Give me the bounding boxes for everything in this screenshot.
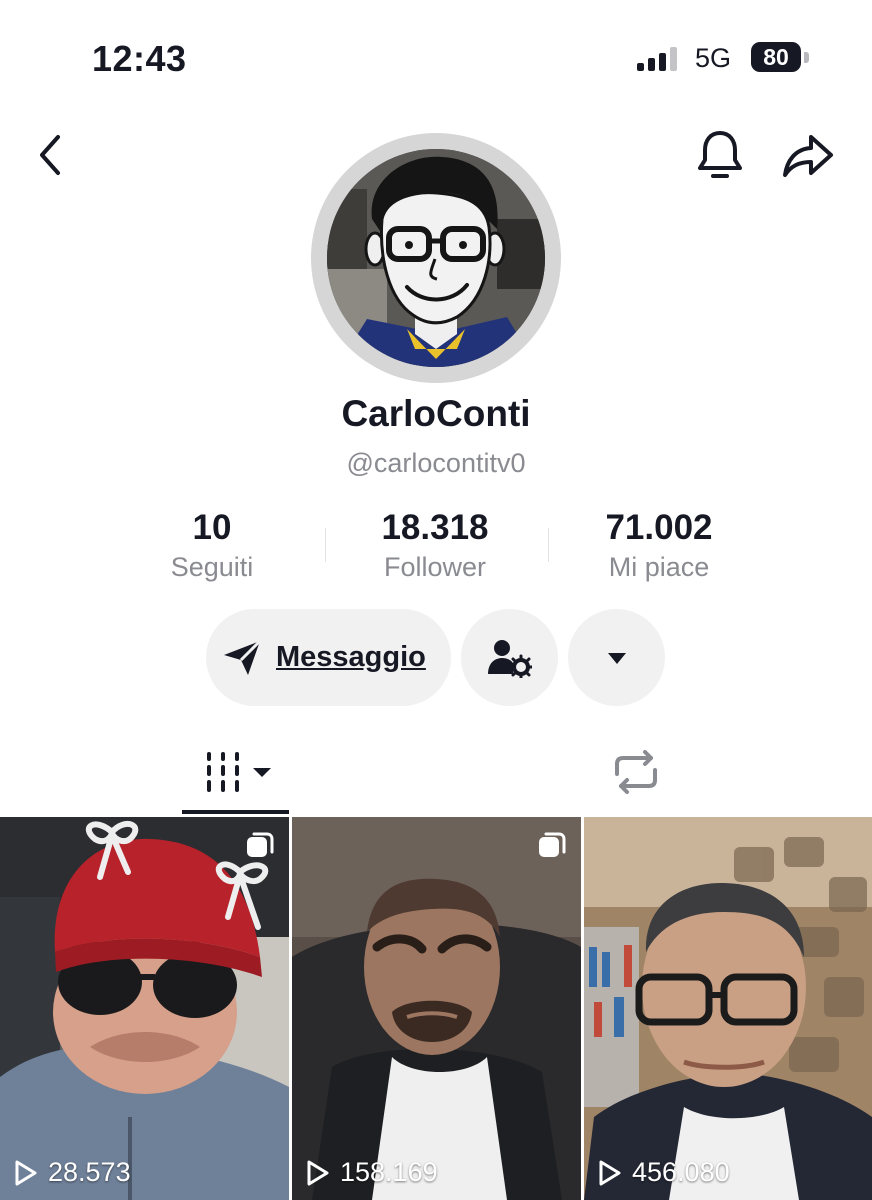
play-icon [15, 1160, 37, 1185]
stat-following-value: 10 [192, 508, 232, 547]
battery-tip [804, 52, 809, 63]
share-button[interactable] [780, 128, 836, 184]
profile-username: @carlocontitv0 [346, 448, 526, 478]
share-arrow-icon [783, 135, 833, 177]
back-button[interactable] [28, 130, 72, 180]
profile-display-name: CarloConti [341, 393, 531, 434]
battery-icon: 80 [751, 42, 801, 72]
status-time: 12:43 [92, 38, 187, 79]
video-thumbnail[interactable]: 456.080 [584, 817, 872, 1200]
video-frame [584, 817, 872, 1200]
avatar[interactable] [327, 149, 545, 367]
multi-video-icon [539, 832, 566, 857]
view-count: 158.169 [306, 1157, 438, 1188]
tab-videos[interactable] [198, 748, 278, 796]
user-gear-icon [487, 639, 532, 678]
send-icon [224, 639, 262, 675]
caret-down-icon [607, 652, 626, 664]
bell-icon [698, 131, 742, 178]
grid-icon [207, 752, 271, 792]
view-count-value: 456.080 [632, 1157, 730, 1187]
more-options-button[interactable] [568, 609, 665, 706]
stat-followers[interactable]: 18.318 Follower [320, 508, 550, 583]
active-tab-indicator [182, 810, 289, 814]
avatar-illustration [327, 149, 545, 367]
video-thumbnail[interactable]: 28.573 [0, 817, 289, 1200]
stat-following-label: Seguiti [170, 552, 254, 582]
view-count-value: 28.573 [48, 1157, 131, 1187]
play-icon [599, 1160, 621, 1185]
chevron-left-icon [40, 135, 60, 175]
play-icon [307, 1160, 329, 1185]
battery-level: 80 [763, 43, 789, 70]
user-settings-button[interactable] [461, 609, 558, 706]
stat-followers-value: 18.318 [381, 508, 489, 547]
message-button-label: Messaggio [276, 641, 426, 673]
network-type: 5G [695, 43, 732, 73]
view-count-value: 158.169 [340, 1157, 438, 1187]
tab-reposts[interactable] [610, 748, 662, 796]
stat-followers-label: Follower [383, 552, 487, 582]
message-button[interactable]: Messaggio [206, 609, 451, 706]
stat-likes[interactable]: 71.002 Mi piace [544, 508, 774, 583]
multi-video-icon [247, 832, 274, 857]
signal-icon [637, 47, 681, 71]
stat-following[interactable]: 10 Seguiti [97, 508, 327, 583]
repost-icon [615, 750, 657, 794]
video-thumbnail[interactable]: 158.169 [292, 817, 581, 1200]
view-count: 456.080 [598, 1157, 730, 1188]
view-count: 28.573 [14, 1157, 131, 1188]
video-frame [0, 817, 289, 1200]
stat-likes-label: Mi piace [608, 552, 710, 582]
stat-likes-value: 71.002 [605, 508, 713, 547]
notifications-button[interactable] [692, 126, 748, 184]
video-frame [292, 817, 581, 1200]
